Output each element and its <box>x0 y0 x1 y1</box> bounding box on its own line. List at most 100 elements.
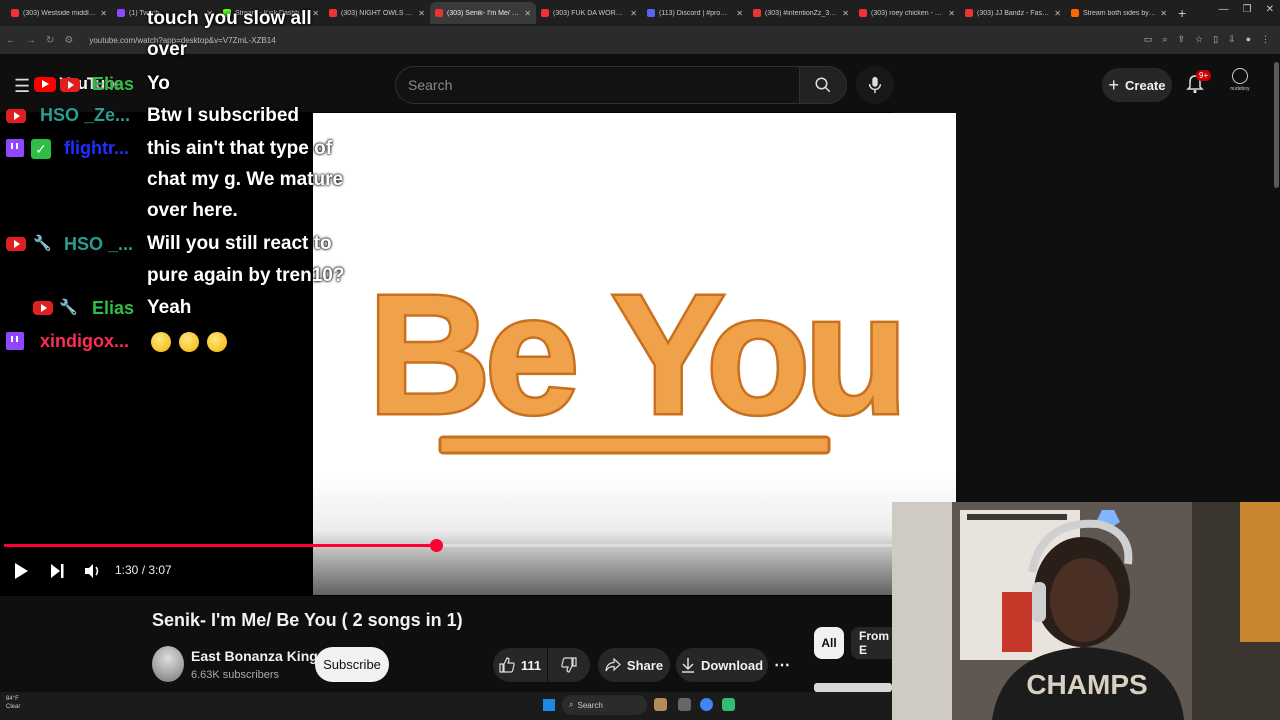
channel-name[interactable]: East Bonanza Kingz <box>191 648 325 664</box>
forward-icon[interactable]: → <box>26 35 36 46</box>
tab-favicon-icon <box>541 9 549 17</box>
minimize-icon[interactable]: — <box>1219 4 1229 15</box>
hamburger-menu-icon[interactable]: ☰ <box>14 76 30 97</box>
tab-close-icon[interactable]: ✕ <box>206 9 213 18</box>
browser-tab[interactable]: (303) JJ Bandz - Fast Life ✕ <box>960 2 1066 24</box>
voice-search-button[interactable] <box>856 66 894 104</box>
channel-avatar[interactable] <box>152 646 184 682</box>
avatar-label: nudeboy <box>1230 86 1250 92</box>
more-actions-button[interactable]: ⋯ <box>767 648 797 682</box>
windows-start-icon[interactable] <box>543 699 555 711</box>
video-time: 1:30 / 3:07 <box>115 563 172 577</box>
chip-from-channel[interactable]: From E <box>851 627 897 659</box>
progress-played <box>4 544 436 547</box>
tab-title: (1) Twitch <box>129 9 160 17</box>
download-label: Download <box>700 657 764 673</box>
search-input[interactable] <box>396 67 799 103</box>
play-button[interactable] <box>10 560 32 582</box>
tab-close-icon[interactable]: ✕ <box>842 9 849 18</box>
browser-tab[interactable]: (303) FUK DA WORLD - Yo ✕ <box>536 2 642 24</box>
download-bar-icon[interactable]: ⇩ <box>1228 34 1236 45</box>
like-button[interactable]: 111 <box>493 648 547 682</box>
browser-tab[interactable]: (303) NIGHT OWLS UNITE ✕ <box>324 2 430 24</box>
tab-close-icon[interactable]: ✕ <box>736 9 743 18</box>
back-icon[interactable]: ← <box>6 35 16 46</box>
search-box <box>395 66 799 104</box>
zoom-icon[interactable]: ⌕ <box>1162 34 1167 45</box>
url-text[interactable]: youtube.com/watch?app=desktop&v=V7ZmL-XZ… <box>89 36 275 45</box>
share-arrow-icon <box>605 658 621 672</box>
browser-tab[interactable]: (303) #intentionZz_33-3 ✕ <box>748 2 854 24</box>
download-icon <box>681 658 694 673</box>
page-scrollbar[interactable] <box>1274 62 1279 188</box>
tab-close-icon[interactable]: ✕ <box>100 9 107 18</box>
taskbar-app-icon[interactable] <box>678 698 691 711</box>
browser-tab[interactable]: (303) Westside middle Sch ✕ <box>6 2 112 24</box>
browser-tab[interactable]: Stream - Kick Dashboard ✕ <box>218 2 324 24</box>
sidebar-icon[interactable]: ▯ <box>1213 34 1218 45</box>
tab-favicon-icon <box>117 9 125 17</box>
restore-icon[interactable]: ❐ <box>1243 4 1252 15</box>
tab-title: (303) FUK DA WORLD - Yo <box>553 9 626 17</box>
site-info-icon[interactable]: ⚙ <box>64 35 73 46</box>
tab-close-icon[interactable]: ✕ <box>312 9 319 18</box>
tab-title: (303) NIGHT OWLS UNITE <box>341 9 414 17</box>
new-tab-icon[interactable]: + <box>1178 5 1186 21</box>
webcam-scene: CHAMPS <box>892 502 1280 720</box>
tab-favicon-icon <box>753 9 761 17</box>
download-button[interactable]: Download <box>676 648 768 682</box>
taskbar-search[interactable]: ⌕ Search <box>562 695 647 715</box>
webcam-shirt-text: CHAMPS <box>1026 669 1147 700</box>
avatar-icon <box>1232 68 1248 84</box>
bookmark-star-icon[interactable]: ☆ <box>1195 34 1203 45</box>
account-avatar[interactable]: nudeboy <box>1226 68 1254 100</box>
youtube-logo-text: YouTube <box>59 74 123 93</box>
thumbs-up-icon <box>499 657 515 673</box>
tab-close-icon[interactable]: ✕ <box>948 9 955 18</box>
progress-bar[interactable] <box>4 539 892 552</box>
share-button[interactable]: Share <box>598 648 670 682</box>
tab-favicon-icon <box>329 9 337 17</box>
tab-close-icon[interactable]: ✕ <box>524 9 531 18</box>
next-button[interactable] <box>46 560 68 582</box>
browser-tab[interactable]: (303) Senik- I'm Me/ Be Yo✕ <box>430 2 536 24</box>
browser-tab[interactable]: (113) Discord | #promote ✕ <box>642 2 748 24</box>
be-you-art-text: Be You <box>368 260 902 450</box>
cast-icon[interactable]: ▭ <box>1144 34 1153 45</box>
tab-close-icon[interactable]: ✕ <box>630 9 637 18</box>
browser-tab[interactable]: (1) Twitch ✕ <box>112 2 218 24</box>
search-button[interactable] <box>799 66 847 104</box>
create-button[interactable]: + Create <box>1102 68 1172 102</box>
profile-icon[interactable]: ● <box>1246 34 1251 45</box>
like-count: 111 <box>520 657 542 673</box>
share-label: Share <box>626 657 664 673</box>
share-page-icon[interactable]: ⇪ <box>1177 34 1185 45</box>
tab-close-icon[interactable]: ✕ <box>1054 9 1061 18</box>
chrome-icon[interactable] <box>700 698 713 711</box>
tab-title: Stream both sides by sim <box>1083 9 1157 17</box>
reload-icon[interactable]: ↻ <box>46 35 54 46</box>
taskbar-app-icon[interactable] <box>654 698 667 711</box>
dislike-button[interactable] <box>548 648 590 682</box>
progress-scrubber[interactable] <box>429 539 443 552</box>
tab-close-icon[interactable]: ✕ <box>1160 9 1167 18</box>
recommendation-thumbnail[interactable] <box>814 683 892 692</box>
next-icon <box>51 564 64 578</box>
tab-title: (113) Discord | #promote <box>659 9 733 17</box>
chip-all[interactable]: All <box>814 627 844 659</box>
taskbar-app-icon[interactable] <box>722 698 735 711</box>
tab-title: Stream - Kick Dashboard <box>235 9 309 17</box>
youtube-play-logo-icon <box>34 76 56 92</box>
browser-menu-icon[interactable]: ⋮ <box>1261 34 1270 45</box>
subscribe-button[interactable]: Subscribe <box>315 647 389 682</box>
browser-tab[interactable]: (303) roey chicken - You ✕ <box>854 2 960 24</box>
volume-button[interactable] <box>81 560 103 582</box>
tab-close-icon[interactable]: ✕ <box>418 9 425 18</box>
weather-widget[interactable]: 84°F Clear <box>6 695 20 711</box>
taskbar-search-icon: ⌕ <box>569 700 574 709</box>
tab-title: (303) Senik- I'm Me/ Be Yo <box>447 9 521 17</box>
close-window-icon[interactable]: ✕ <box>1266 4 1274 15</box>
be-you-artwork: Be You <box>366 258 910 455</box>
browser-tab[interactable]: Stream both sides by sim ✕ <box>1066 2 1172 24</box>
youtube-logo[interactable]: YouTube <box>34 74 123 94</box>
